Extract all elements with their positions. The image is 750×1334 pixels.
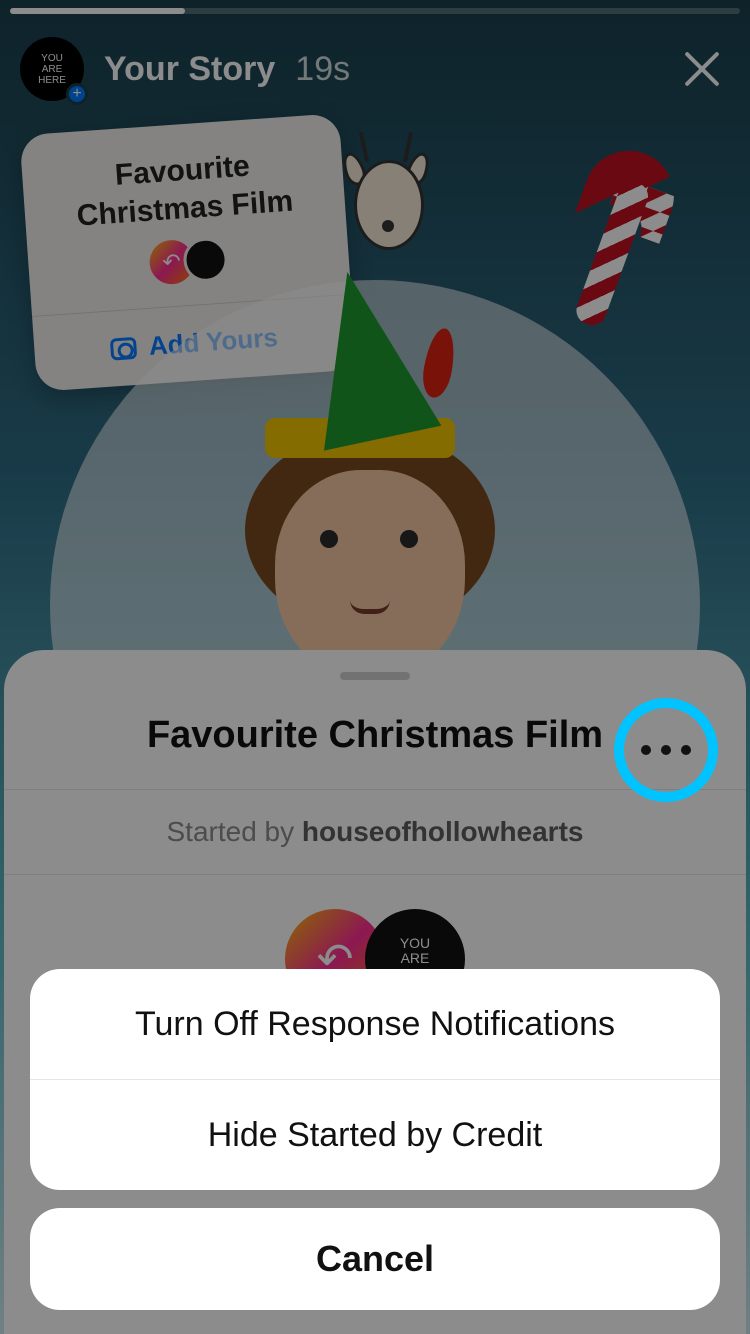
more-options-button[interactable] xyxy=(614,698,718,802)
cancel-button[interactable]: Cancel xyxy=(30,1208,720,1310)
story-viewer-screen: YOU ARE HERE + Your Story 19s Favourite … xyxy=(0,0,750,1334)
ellipsis-icon xyxy=(641,745,651,755)
action-sheet-group: Turn Off Response Notifications Hide Sta… xyxy=(30,969,720,1190)
ellipsis-icon xyxy=(661,745,671,755)
turn-off-notifications-button[interactable]: Turn Off Response Notifications xyxy=(30,969,720,1079)
hide-started-by-button[interactable]: Hide Started by Credit xyxy=(30,1080,720,1190)
action-sheet: Turn Off Response Notifications Hide Sta… xyxy=(30,969,720,1310)
ellipsis-icon xyxy=(681,745,691,755)
